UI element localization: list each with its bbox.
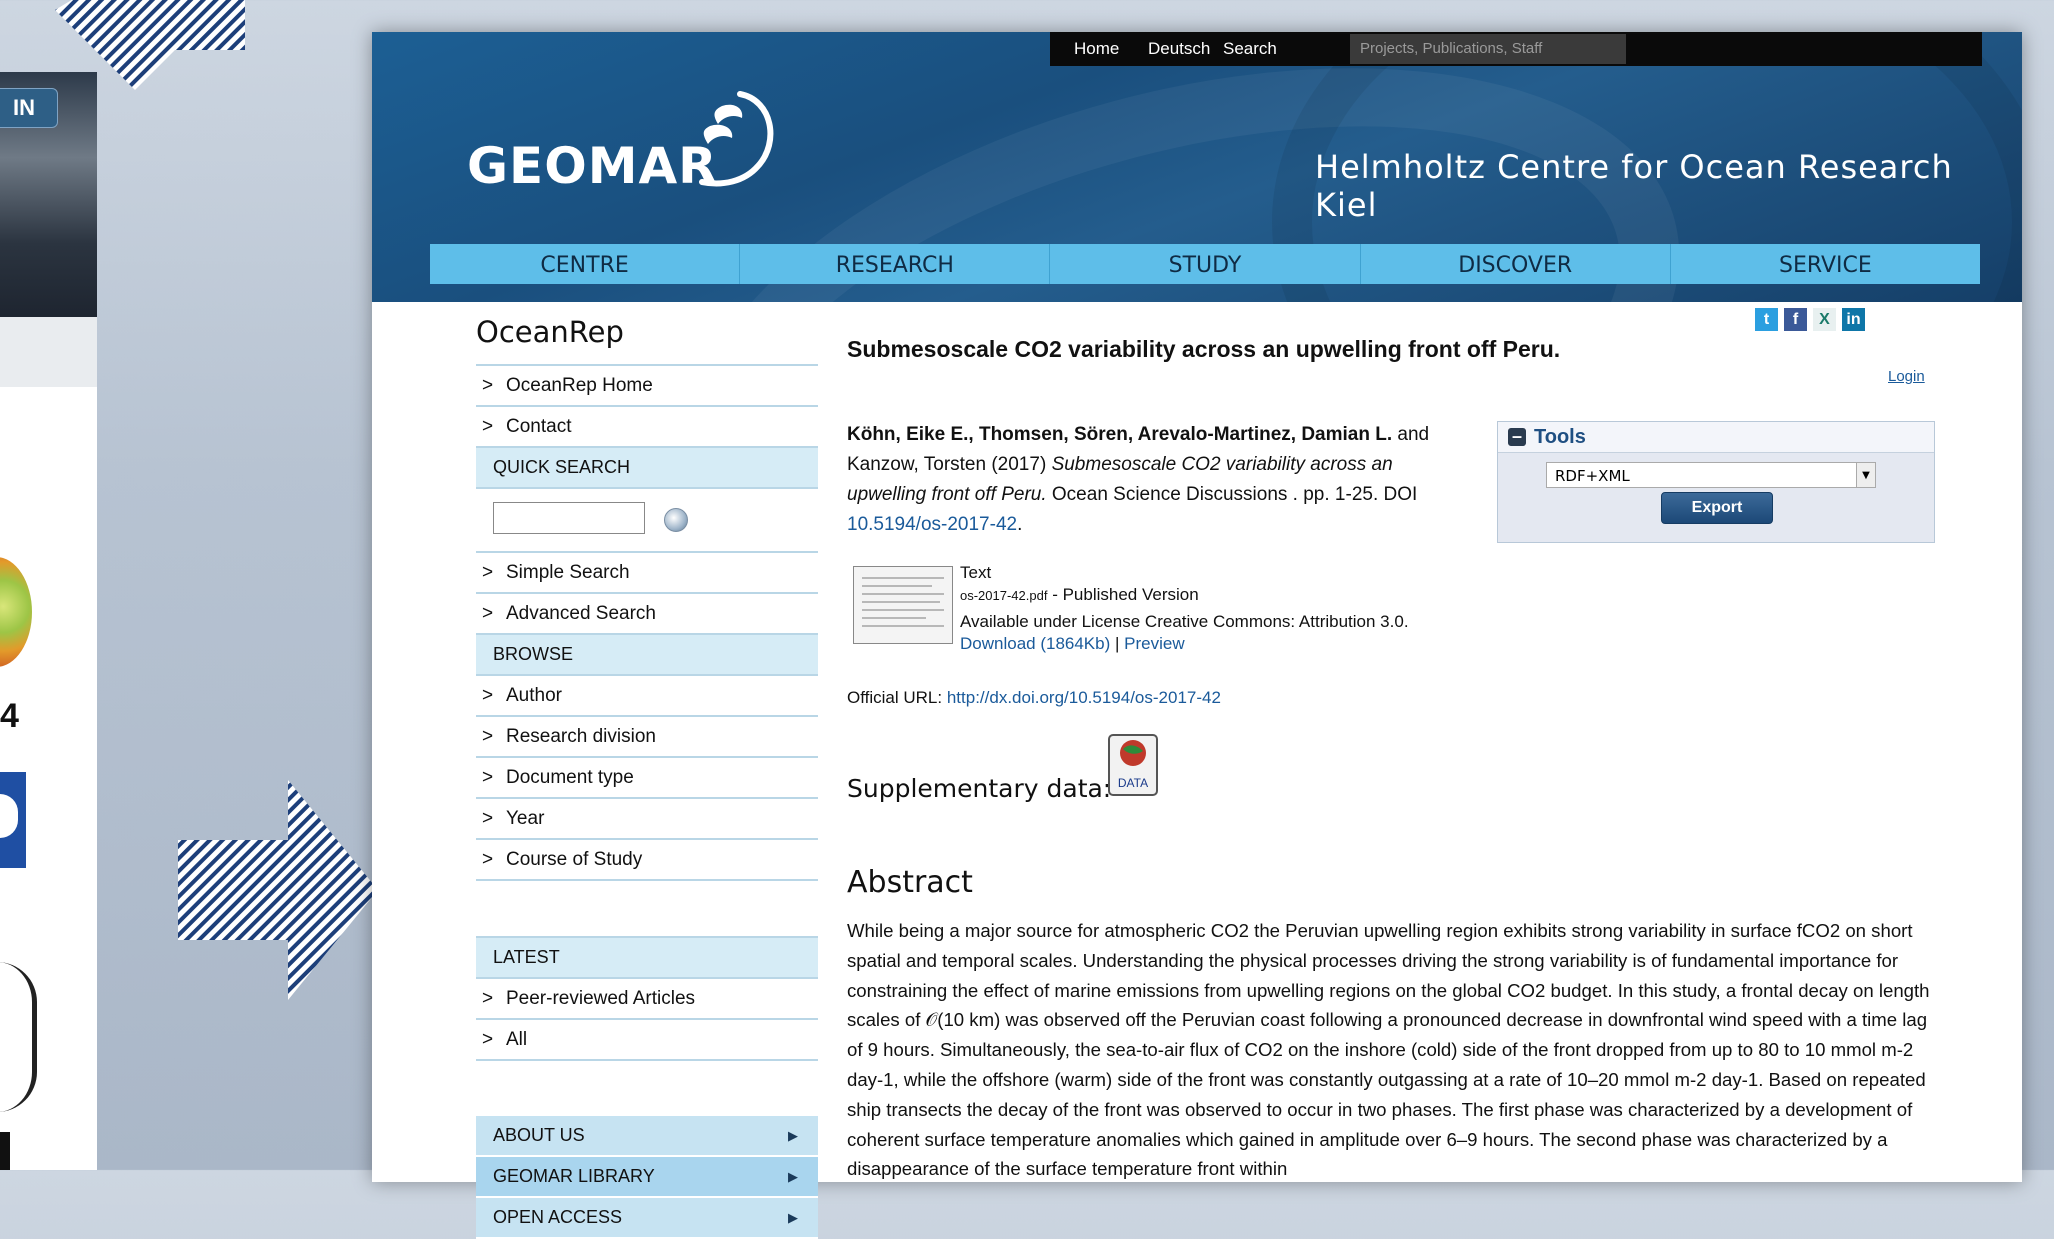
citation-journal: Ocean Science Discussions . pp. 1-25. DO…	[1051, 484, 1418, 505]
sidebar-item-oceanrep-home[interactable]: > OceanRep Home	[476, 366, 818, 407]
nav-centre[interactable]: CENTRE	[430, 244, 741, 284]
nav-study[interactable]: STUDY	[1050, 244, 1361, 284]
preview-link[interactable]: Preview	[1124, 634, 1184, 653]
facebook-icon[interactable]: f	[1784, 308, 1807, 331]
sidebar-item-peer-reviewed[interactable]: > Peer-reviewed Articles	[476, 979, 818, 1020]
file-version: - Published Version	[1052, 585, 1199, 604]
sidebar-heading-latest: LATEST	[476, 936, 818, 979]
license-text: Available under License Creative Commons…	[960, 612, 1409, 631]
abstract-text: While being a major source for atmospher…	[847, 920, 1930, 1180]
sidebar-item-research-division[interactable]: > Research division	[476, 717, 818, 758]
download-link[interactable]: Download (1864Kb)	[960, 634, 1110, 653]
tools-panel: – Tools RDF+XML ▼ Export	[1497, 421, 1935, 543]
file-type: Text	[960, 563, 992, 582]
background-number: 4	[0, 697, 19, 735]
official-url-link[interactable]: http://dx.doi.org/10.5194/os-2017-42	[947, 688, 1221, 707]
site-logo[interactable]: GEOMAR	[467, 137, 718, 195]
sidebar-heading-quick-search: QUICK SEARCH	[476, 448, 818, 489]
linkedin-icon[interactable]: in	[1842, 308, 1865, 331]
nav-research[interactable]: RESEARCH	[740, 244, 1051, 284]
link-separator: |	[1115, 634, 1120, 653]
dark-block	[0, 1132, 10, 1170]
nav-discover[interactable]: DISCOVER	[1361, 244, 1671, 284]
data-icon[interactable]: DATA	[1107, 733, 1159, 797]
background-page: IN 4	[0, 72, 97, 1170]
citation-authors-rest: Kanzow, Torsten (2017)	[847, 454, 1047, 475]
sidebar-item-simple-search[interactable]: > Simple Search	[476, 553, 818, 594]
sidebar-title: OceanRep	[476, 308, 818, 366]
sidebar-item-all[interactable]: > All	[476, 1020, 818, 1061]
citation-end: .	[1017, 514, 1023, 535]
decorative-arrow-right-icon	[178, 780, 378, 1000]
background-strip	[0, 317, 97, 387]
file-name: os-2017-42.pdf	[960, 588, 1048, 603]
quick-search	[476, 489, 818, 553]
arrow-right-icon: ▶	[788, 1128, 798, 1143]
nav-service[interactable]: SERVICE	[1671, 244, 1980, 284]
topbar-link-home[interactable]: Home	[1074, 32, 1119, 66]
topbar-link-deutsch[interactable]: Deutsch	[1148, 32, 1210, 66]
main-nav: CENTRE RESEARCH STUDY DISCOVER SERVICE	[430, 244, 1980, 284]
chevron-down-icon: ▼	[1856, 463, 1875, 487]
site-tagline: Helmholtz Centre for Ocean Research Kiel	[1315, 148, 1953, 224]
site-header: Home Deutsch Search Projects, Publicatio…	[372, 32, 2022, 302]
sidebar-block-geomar-library[interactable]: GEOMAR LIBRARY ▶	[476, 1157, 818, 1198]
sidebar-block-about-us[interactable]: ABOUT US ▶	[476, 1116, 818, 1157]
search-go-icon[interactable]	[664, 508, 688, 532]
topbar-link-search[interactable]: Search	[1223, 32, 1277, 66]
blue-logo-icon	[0, 772, 26, 868]
sidebar-item-advanced-search[interactable]: > Advanced Search	[476, 594, 818, 635]
arrow-right-icon: ▶	[788, 1210, 798, 1225]
abstract-heading: Abstract	[847, 865, 973, 900]
sidebar-heading-browse: BROWSE	[476, 635, 818, 676]
sidebar-block-open-access[interactable]: OPEN ACCESS ▶	[476, 1198, 818, 1239]
official-url: Official URL: http://dx.doi.org/10.5194/…	[847, 688, 1221, 708]
sidebar: OceanRep > OceanRep Home > Contact QUICK S…	[476, 308, 818, 1239]
doi-link[interactable]: 10.5194/os-2017-42	[847, 514, 1017, 535]
export-button[interactable]: Export	[1661, 492, 1773, 524]
twitter-icon[interactable]: t	[1755, 308, 1778, 331]
globe-logo-icon	[0, 557, 32, 667]
login-link[interactable]: Login	[1888, 368, 1925, 385]
sidebar-item-contact[interactable]: > Contact	[476, 407, 818, 448]
citation-and: and	[1397, 424, 1430, 445]
sidebar-item-author[interactable]: > Author	[476, 676, 818, 717]
sidebar-item-course-of-study[interactable]: > Course of Study	[476, 840, 818, 881]
sidebar-item-year[interactable]: > Year	[476, 799, 818, 840]
document-thumbnail[interactable]	[853, 566, 953, 644]
citation: Köhn, Eike E., Thomsen, Sören, Arevalo-M…	[847, 420, 1477, 540]
xing-icon[interactable]: X	[1813, 308, 1836, 331]
tools-header[interactable]: – Tools	[1498, 422, 1934, 453]
site-search-input[interactable]: Projects, Publications, Staff	[1350, 34, 1626, 64]
export-format-select[interactable]: RDF+XML ▼	[1546, 462, 1876, 488]
tools-title: Tools	[1534, 426, 1586, 448]
figure-logo-icon	[0, 962, 37, 1112]
quick-search-input[interactable]	[493, 502, 645, 534]
official-url-label: Official URL:	[847, 688, 943, 707]
data-icon-label: DATA	[1118, 776, 1148, 790]
collapse-icon[interactable]: –	[1508, 427, 1526, 446]
top-bar: Home Deutsch Search Projects, Publicatio…	[1050, 32, 1982, 66]
document-info: Text os-2017-42.pdf - Published Version …	[960, 562, 1409, 655]
signin-button: IN	[0, 88, 58, 128]
background-banner: IN	[0, 72, 97, 317]
social-share: t f Xin	[1755, 308, 1933, 331]
supplementary-heading: Supplementary data:	[847, 774, 1112, 803]
article-title: Submesoscale CO2 variability across an u…	[847, 336, 1561, 362]
citation-authors: Köhn, Eike E., Thomsen, Sören, Arevalo-M…	[847, 424, 1393, 445]
arrow-right-icon: ▶	[788, 1169, 798, 1184]
sidebar-item-document-type[interactable]: > Document type	[476, 758, 818, 799]
